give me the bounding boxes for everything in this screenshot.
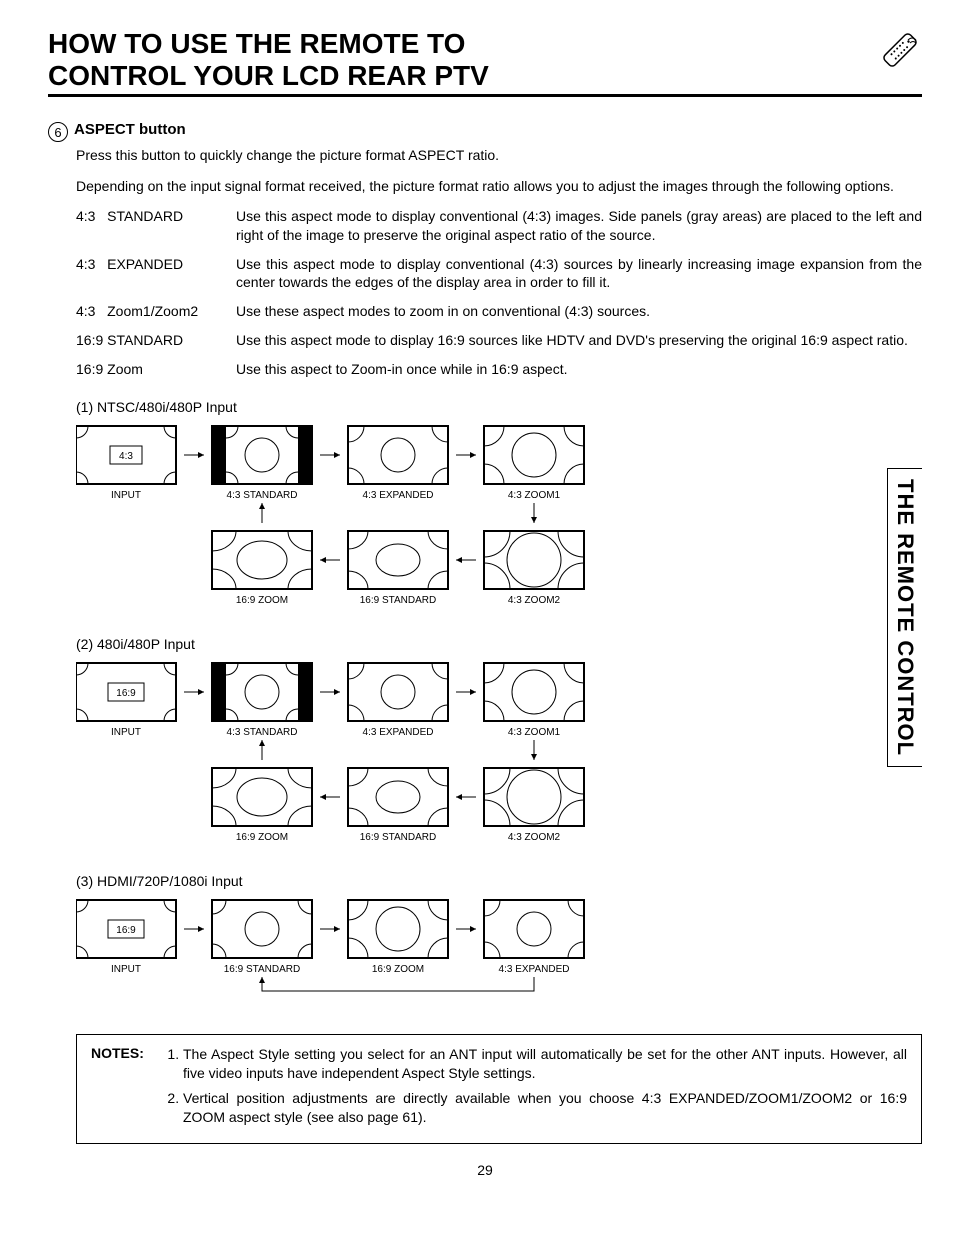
table-row: 4:3 Zoom1/Zoom2 Use these aspect modes t… <box>76 302 922 331</box>
aspect-flow-diagram-3: 16:9 INPUT 16:9 STANDARD <box>76 895 636 1005</box>
input-badge: 4:3 <box>119 451 133 462</box>
diagram-label: 4:3 ZOOM2 <box>508 595 561 606</box>
mode-label: 4:3 EXPANDED <box>76 255 236 303</box>
diagram-1-heading: (1) NTSC/480i/480P Input <box>76 399 922 415</box>
diagram-label: 16:9 ZOOM <box>236 595 288 606</box>
page-title-line2: CONTROL YOUR LCD REAR PTV <box>48 60 489 91</box>
diagram-label: 16:9 STANDARD <box>360 832 437 843</box>
table-row: 4:3 EXPANDED Use this aspect mode to dis… <box>76 255 922 303</box>
diagram-2: 16:9 INPUT 4:3 STANDARD <box>76 658 922 851</box>
mode-label: 4:3 STANDARD <box>76 207 236 255</box>
side-tab-label: THE REMOTE CONTROL <box>887 468 922 767</box>
table-row: 4:3 STANDARD Use this aspect mode to dis… <box>76 207 922 255</box>
intro-paragraph-2: Depending on the input signal format rec… <box>76 177 922 195</box>
page-title: HOW TO USE THE REMOTE TO CONTROL YOUR LC… <box>48 28 489 92</box>
diagram-2-heading: (2) 480i/480P Input <box>76 636 922 652</box>
table-row: 16:9 STANDARD Use this aspect mode to di… <box>76 331 922 360</box>
notes-item: Vertical position adjustments are direct… <box>183 1089 907 1127</box>
diagram-label: 4:3 EXPANDED <box>363 490 434 501</box>
remote-control-icon <box>878 28 922 72</box>
diagram-label: 4:3 STANDARD <box>227 490 298 501</box>
aspect-flow-diagram-1: 4:3 INPUT 4:3 STANDARD <box>76 421 636 611</box>
diagram-label: INPUT <box>111 727 141 738</box>
mode-label: 16:9 Zoom <box>76 360 236 389</box>
notes-box: NOTES: The Aspect Style setting you sele… <box>76 1034 922 1144</box>
aspect-flow-diagram-2: 16:9 INPUT 4:3 STANDARD <box>76 658 636 848</box>
input-badge: 16:9 <box>116 925 136 936</box>
input-badge: 16:9 <box>116 688 136 699</box>
mode-desc: Use this aspect to Zoom-in once while in… <box>236 360 922 389</box>
notes-label: NOTES: <box>91 1045 155 1133</box>
mode-desc: Use this aspect mode to display conventi… <box>236 207 922 255</box>
diagram-label: 4:3 EXPANDED <box>499 964 570 975</box>
diagram-3-heading: (3) HDMI/720P/1080i Input <box>76 873 922 889</box>
diagram-label: 4:3 STANDARD <box>227 727 298 738</box>
section-heading-row: 6 ASPECT button <box>48 121 922 142</box>
diagram-label: 4:3 ZOOM2 <box>508 832 561 843</box>
mode-desc: Use this aspect mode to display 16:9 sou… <box>236 331 922 360</box>
diagram-label: 16:9 STANDARD <box>224 964 301 975</box>
diagram-label: 4:3 ZOOM1 <box>508 727 561 738</box>
diagram-label: INPUT <box>111 490 141 501</box>
section-title: ASPECT button <box>74 121 186 138</box>
mode-desc: Use this aspect mode to display conventi… <box>236 255 922 303</box>
diagram-3: 16:9 INPUT 16:9 STANDARD <box>76 895 922 1008</box>
intro-paragraph-1: Press this button to quickly change the … <box>76 146 922 164</box>
diagram-label: 16:9 STANDARD <box>360 595 437 606</box>
diagram-label: 16:9 ZOOM <box>236 832 288 843</box>
page-title-line1: HOW TO USE THE REMOTE TO <box>48 28 465 59</box>
notes-list: The Aspect Style setting you select for … <box>165 1045 907 1133</box>
aspect-modes-table: 4:3 STANDARD Use this aspect mode to dis… <box>76 207 922 389</box>
page-header: HOW TO USE THE REMOTE TO CONTROL YOUR LC… <box>48 28 922 97</box>
page-number: 29 <box>48 1162 922 1178</box>
mode-label: 16:9 STANDARD <box>76 331 236 360</box>
diagram-label: 4:3 ZOOM1 <box>508 490 561 501</box>
diagram-label: 16:9 ZOOM <box>372 964 424 975</box>
diagram-1: 4:3 INPUT 4:3 STANDARD <box>76 421 922 614</box>
notes-item: The Aspect Style setting you select for … <box>183 1045 907 1083</box>
diagram-label: INPUT <box>111 964 141 975</box>
mode-label: 4:3 Zoom1/Zoom2 <box>76 302 236 331</box>
diagram-label: 4:3 EXPANDED <box>363 727 434 738</box>
section-number-badge: 6 <box>48 122 68 142</box>
table-row: 16:9 Zoom Use this aspect to Zoom-in onc… <box>76 360 922 389</box>
mode-desc: Use these aspect modes to zoom in on con… <box>236 302 922 331</box>
